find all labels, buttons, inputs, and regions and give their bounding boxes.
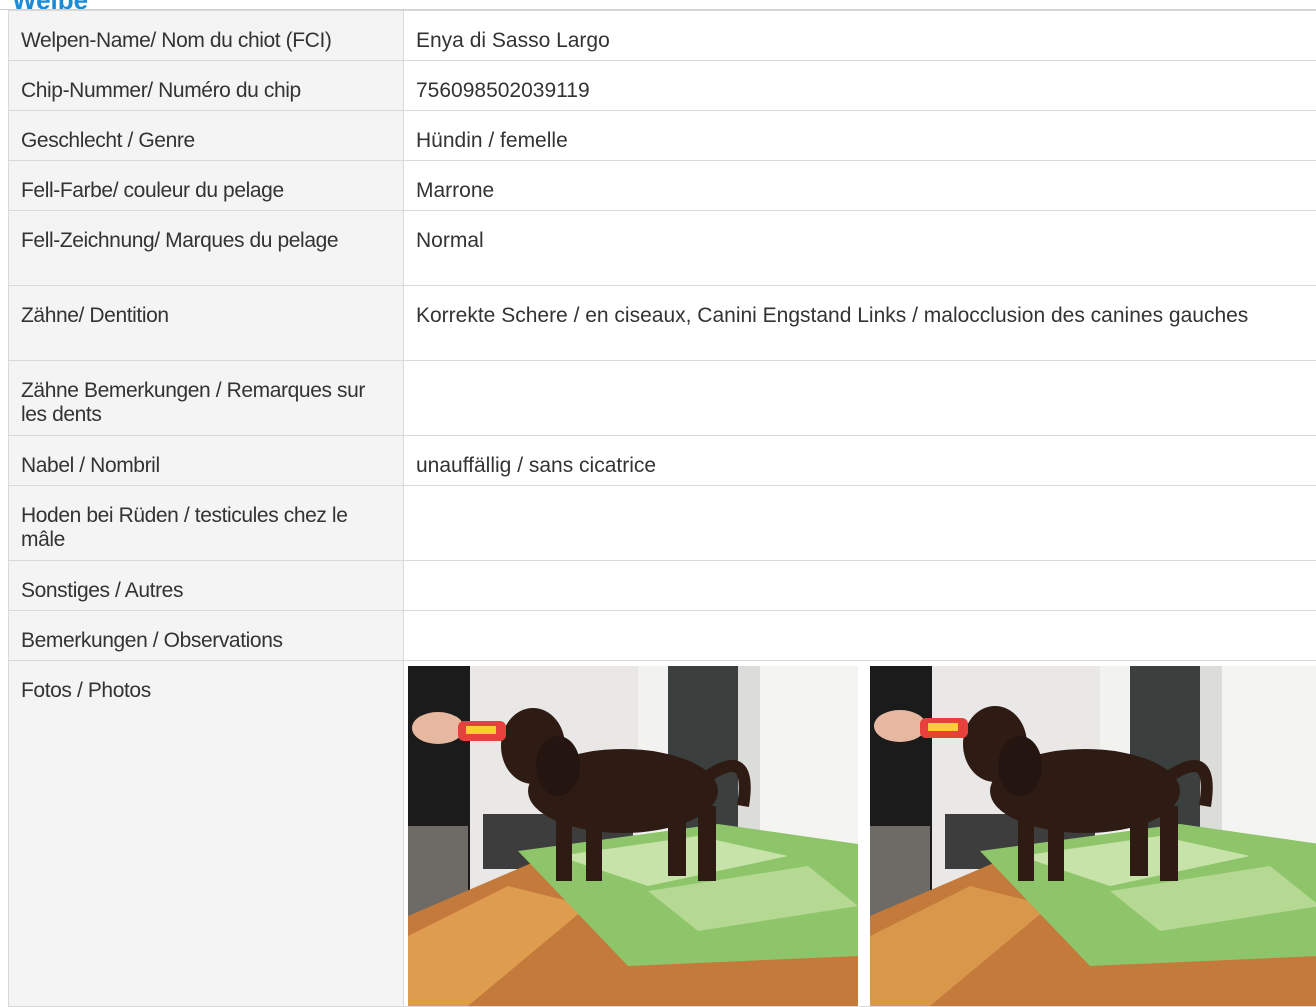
row-label: Fell-Zeichnung/ Marques du pelage [9,211,404,286]
row-value: Enya di Sasso Largo [404,11,1316,61]
row-label: Hoden bei Rüden / testicules chez le mâl… [9,486,404,561]
row-label: Geschlecht / Genre [9,111,404,161]
row-label: Sonstiges / Autres [9,561,404,611]
table-row: Welpen-Name/ Nom du chiot (FCI) Enya di … [9,11,1316,61]
table-row: Bemerkungen / Observations [9,611,1316,661]
row-value: Hündin / femelle [404,111,1316,161]
table-row: Zähne Bemerkungen / Remarques sur les de… [9,361,1316,436]
row-label: Welpen-Name/ Nom du chiot (FCI) [9,11,404,61]
row-label: Fell-Farbe/ couleur du pelage [9,161,404,211]
table-row-photos: Fotos / Photos [9,661,1316,1007]
table-row: Nabel / Nombril unauffällig / sans cicat… [9,436,1316,486]
row-value: unauffällig / sans cicatrice [404,436,1316,486]
row-value [404,486,1316,561]
row-value: Normal [404,211,1316,286]
row-label: Zähne/ Dentition [9,286,404,361]
table-row: Geschlecht / Genre Hündin / femelle [9,111,1316,161]
row-label: Nabel / Nombril [9,436,404,486]
row-value: 756098502039119 [404,61,1316,111]
row-label: Bemerkungen / Observations [9,611,404,661]
table-row: Hoden bei Rüden / testicules chez le mâl… [9,486,1316,561]
table-row: Fell-Farbe/ couleur du pelage Marrone [9,161,1316,211]
puppy-photo-1[interactable] [408,666,858,1006]
puppy-photo-2[interactable] [870,666,1316,1006]
table-row: Chip-Nummer/ Numéro du chip 756098502039… [9,61,1316,111]
table-row: Sonstiges / Autres [9,561,1316,611]
row-value [404,361,1316,436]
row-label: Zähne Bemerkungen / Remarques sur les de… [9,361,404,436]
photos-cell [404,661,1316,1007]
row-value: Marrone [404,161,1316,211]
row-value [404,611,1316,661]
photo-gallery [404,661,1316,1006]
row-value [404,561,1316,611]
row-value: Korrekte Schere / en ciseaux, Canini Eng… [404,286,1316,361]
table-row: Zähne/ Dentition Korrekte Schere / en ci… [9,286,1316,361]
table-row: Fell-Zeichnung/ Marques du pelage Normal [9,211,1316,286]
row-label: Chip-Nummer/ Numéro du chip [9,61,404,111]
puppy-details-table: Welpen-Name/ Nom du chiot (FCI) Enya di … [8,10,1316,1007]
row-label: Fotos / Photos [9,661,404,1007]
